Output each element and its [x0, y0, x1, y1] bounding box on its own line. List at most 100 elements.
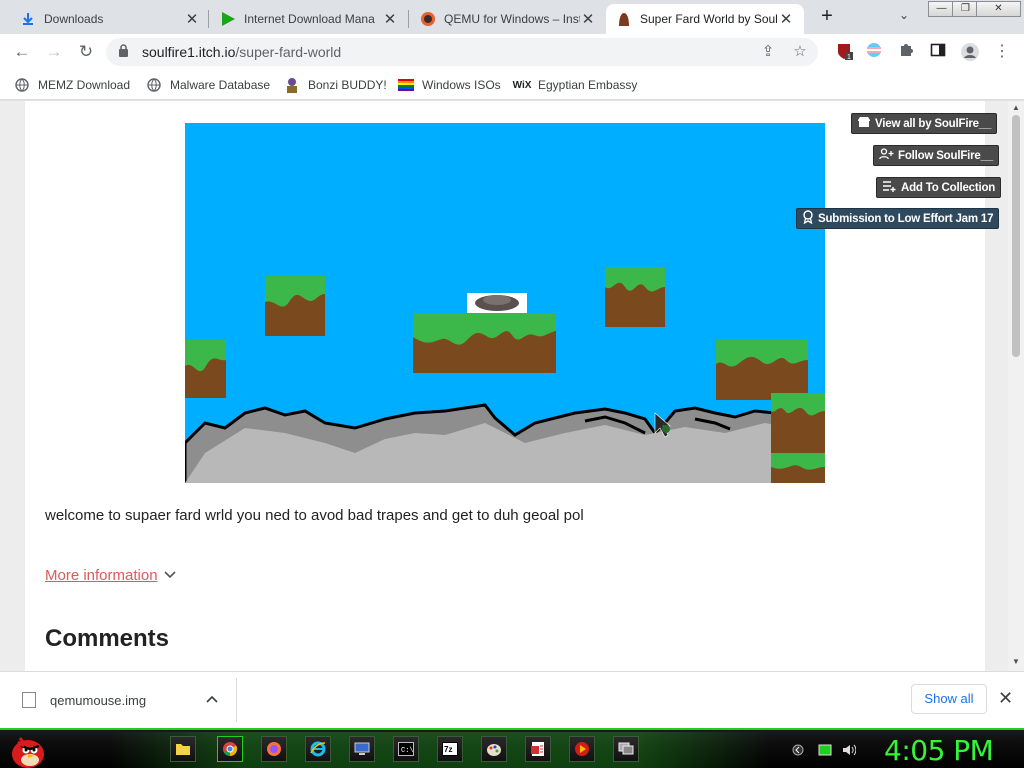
jam-label: Submission to Low Effort Jam 17: [818, 212, 994, 225]
bookmark-label: Egyptian Embassy: [538, 78, 638, 92]
close-download-shelf-icon[interactable]: ✕: [998, 688, 1013, 709]
scroll-thumb[interactable]: [1012, 115, 1020, 357]
tab-qemu[interactable]: QEMU for Windows – Inst ✕: [410, 4, 606, 34]
restore-button[interactable]: ❐: [952, 1, 979, 17]
office-icon[interactable]: [525, 736, 551, 762]
download-shelf: qemumouse.img Show all ✕: [0, 671, 1024, 728]
paint-icon[interactable]: [481, 736, 507, 762]
monitor-icon[interactable]: [349, 736, 375, 762]
more-information-link[interactable]: More information: [45, 567, 176, 584]
view-all-by-author-button[interactable]: View all by SoulFire__: [851, 113, 998, 134]
scroll-down-icon[interactable]: ▼: [1012, 657, 1020, 666]
add-list-icon: [882, 180, 897, 195]
bookmark-bonzi[interactable]: Bonzi BUDDY!: [284, 76, 387, 94]
chrome-icon[interactable]: [217, 736, 243, 762]
rainbow-flag-icon: [398, 77, 414, 93]
tab-downloads[interactable]: Downloads ✕: [10, 4, 210, 34]
battery-icon[interactable]: [818, 744, 832, 759]
itch-page-icon: [616, 11, 632, 27]
close-tab-icon[interactable]: ✕: [778, 10, 794, 28]
display-icon[interactable]: [613, 736, 639, 762]
bookmark-label: MEMZ Download: [38, 78, 131, 92]
bookmark-label: Malware Database: [170, 78, 271, 92]
scroll-up-icon[interactable]: ▲: [1012, 103, 1020, 112]
bookmarks-bar: MEMZ Download Malware Database Bonzi BUD…: [0, 70, 1024, 100]
taskbar: C:\ 7z 4:05 PM: [0, 728, 1024, 768]
profile-avatar-icon[interactable]: [960, 42, 980, 62]
add-user-icon: [879, 148, 894, 163]
download-options-chevron-icon[interactable]: [206, 692, 218, 706]
forward-button[interactable]: →: [42, 40, 66, 64]
page-scrollbar[interactable]: ▲ ▼: [1008, 101, 1024, 671]
menu-kebab-icon[interactable]: ⋮: [992, 42, 1012, 62]
tab-separator: [408, 10, 409, 28]
grass-block: [771, 393, 825, 453]
bookmark-star-icon[interactable]: ☆: [790, 42, 810, 62]
follow-author-button[interactable]: Follow SoulFire__: [873, 145, 1000, 166]
bookmark-memz[interactable]: MEMZ Download: [14, 76, 130, 94]
side-panel-icon[interactable]: [928, 42, 948, 62]
add-collection-label: Add To Collection: [901, 181, 996, 194]
minimize-button[interactable]: —: [928, 1, 955, 17]
folder-icon[interactable]: [170, 736, 196, 762]
share-icon[interactable]: ⇪: [758, 42, 778, 62]
show-all-downloads-button[interactable]: Show all: [911, 684, 987, 714]
close-tab-icon[interactable]: ✕: [184, 10, 200, 28]
svg-text:7z: 7z: [444, 745, 452, 754]
tab-title: Downloads: [44, 12, 104, 26]
grass-block: [185, 340, 226, 398]
close-tab-icon[interactable]: ✕: [382, 10, 398, 28]
lock-icon: [118, 44, 132, 60]
cmd-icon[interactable]: C:\: [393, 736, 419, 762]
volume-icon[interactable]: [842, 744, 857, 759]
wix-icon: WiX: [512, 79, 532, 91]
tab-title: Internet Download Mana: [244, 12, 375, 26]
tab-search-button[interactable]: ⌄: [894, 8, 914, 26]
file-icon: [22, 692, 36, 708]
grass-block: [265, 276, 325, 336]
tab-title: QEMU for Windows – Inst: [444, 12, 580, 26]
globe-icon: [146, 77, 162, 93]
svg-text:1: 1: [847, 54, 851, 60]
address-bar[interactable]: soulfire1.itch.io/super-fard-world ⇪ ☆: [106, 38, 818, 66]
shield-extension-icon[interactable]: 1: [834, 42, 854, 62]
jam-submission-button[interactable]: Submission to Low Effort Jam 17: [796, 208, 1000, 229]
add-to-collection-button[interactable]: Add To Collection: [876, 177, 1002, 198]
bookmark-malware-db[interactable]: Malware Database: [146, 76, 270, 94]
bookmark-label: Windows ISOs: [422, 78, 501, 92]
ie-icon[interactable]: [305, 736, 331, 762]
back-button[interactable]: ←: [10, 40, 34, 64]
comments-heading: Comments: [45, 625, 170, 652]
window-close-button[interactable]: ✕: [976, 1, 1021, 17]
7zip-icon[interactable]: 7z: [437, 736, 463, 762]
url-text: soulfire1.itch.io/super-fard-world: [142, 44, 341, 60]
reload-button[interactable]: ↻: [74, 40, 98, 64]
grass-block: [771, 453, 825, 483]
game-description: welcome to supaer fard wrld you ned to a…: [45, 507, 584, 524]
media-icon[interactable]: [569, 736, 595, 762]
svg-text:C:\: C:\: [401, 747, 414, 755]
download-filename: qemumouse.img: [50, 692, 147, 708]
tab-super-fard-world[interactable]: Super Fard World by Soul ✕: [606, 4, 804, 34]
new-tab-button[interactable]: +: [814, 6, 840, 28]
taskbar-clock[interactable]: 4:05 PM: [884, 734, 994, 767]
start-button-angry-bird-icon[interactable]: [6, 730, 48, 768]
firefox-icon[interactable]: [261, 736, 287, 762]
game-screenshot: [185, 123, 825, 483]
download-item[interactable]: qemumouse.img: [22, 692, 146, 708]
close-tab-icon[interactable]: ✕: [580, 10, 596, 28]
bookmark-windows-isos[interactable]: Windows ISOs: [398, 76, 501, 94]
pride-flag-extension-icon[interactable]: [864, 42, 884, 62]
grass-block: [716, 340, 808, 400]
extensions-puzzle-icon[interactable]: [896, 42, 916, 62]
bookmark-label: Bonzi BUDDY!: [308, 78, 387, 92]
tab-idm[interactable]: Internet Download Mana ✕: [210, 4, 408, 34]
url-host: soulfire1.itch.io: [142, 44, 236, 60]
more-information-label: More information: [45, 567, 158, 584]
bookmark-egyptian-embassy[interactable]: WiX Egyptian Embassy: [512, 76, 638, 94]
tab-title: Super Fard World by Soul: [640, 12, 778, 26]
tab-separator: [208, 10, 209, 28]
follow-label: Follow SoulFire__: [898, 149, 994, 162]
award-ribbon-icon: [802, 210, 814, 227]
network-icon[interactable]: [792, 744, 804, 759]
